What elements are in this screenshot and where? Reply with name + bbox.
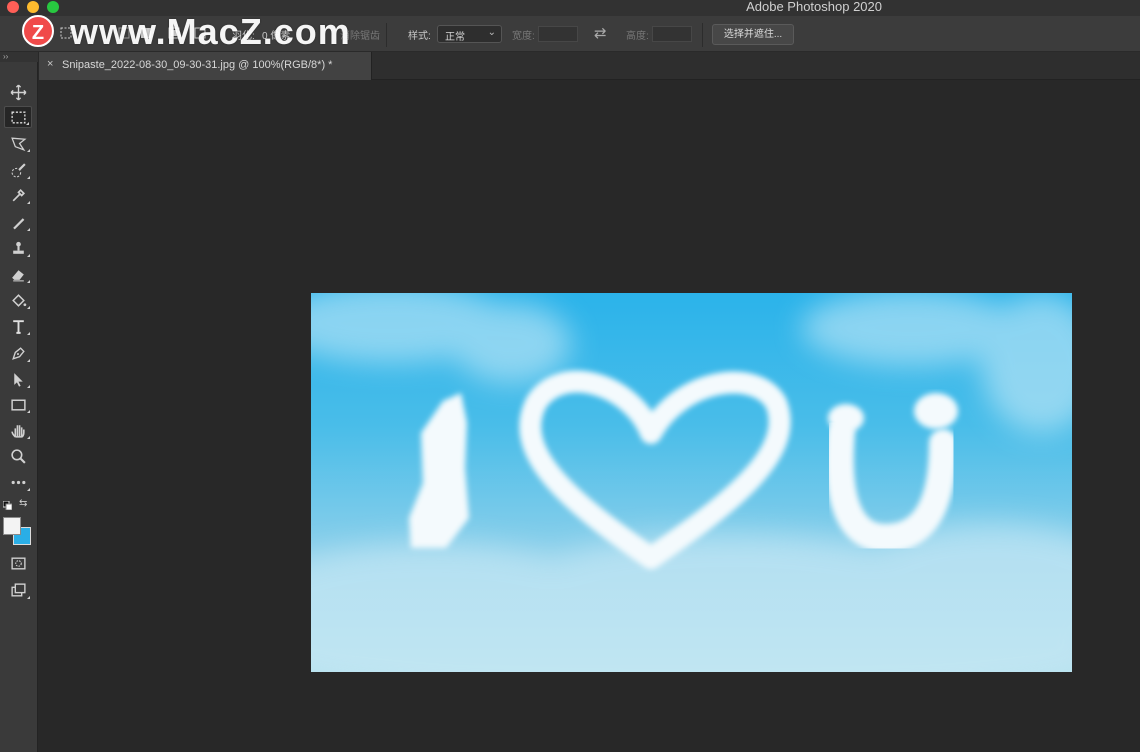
submenu-indicator xyxy=(27,280,30,283)
canvas-area[interactable] xyxy=(39,81,1140,752)
rectangle-icon xyxy=(10,399,26,411)
ellipsis-icon xyxy=(11,480,25,484)
lasso-tool[interactable] xyxy=(4,132,32,154)
submenu-indicator xyxy=(26,122,29,125)
rectangle-tool[interactable] xyxy=(4,393,32,415)
submenu-indicator xyxy=(27,332,30,335)
submenu-indicator xyxy=(27,488,30,491)
watermark-text: www.MacZ.com xyxy=(70,11,351,52)
submenu-indicator xyxy=(27,149,30,152)
quick-selection-tool[interactable] xyxy=(4,159,32,181)
screen-mode[interactable] xyxy=(4,579,32,601)
zoom-tool[interactable] xyxy=(4,445,32,467)
move-tool[interactable] xyxy=(4,81,32,103)
app-title: Adobe Photoshop 2020 xyxy=(746,0,882,14)
lasso-icon xyxy=(10,136,27,151)
hand-icon xyxy=(10,424,25,438)
submenu-indicator xyxy=(27,176,30,179)
foreground-color-swatch[interactable] xyxy=(3,517,21,535)
quick-mask-mode[interactable] xyxy=(4,552,32,574)
style-select-value: 正常 xyxy=(445,32,465,43)
hand-tool[interactable] xyxy=(4,419,32,441)
document-tab-label: Snipaste_2022-08-30_09-30-31.jpg @ 100%(… xyxy=(62,59,333,71)
submenu-indicator xyxy=(27,254,30,257)
pen-icon xyxy=(11,346,25,360)
submenu-indicator xyxy=(27,596,30,599)
document-tab-bar: × Snipaste_2022-08-30_09-30-31.jpg @ 100… xyxy=(39,52,1140,80)
move-icon xyxy=(10,84,26,100)
submenu-indicator xyxy=(27,436,30,439)
eraser-tool[interactable] xyxy=(4,263,32,285)
cloud-sky-image xyxy=(311,293,1072,672)
submenu-indicator xyxy=(27,385,30,388)
divider xyxy=(386,23,387,47)
window-close-button[interactable] xyxy=(7,1,19,13)
rectangular-marquee-tool[interactable] xyxy=(4,106,32,128)
document-tab[interactable]: × Snipaste_2022-08-30_09-30-31.jpg @ 100… xyxy=(39,52,372,80)
more-tools[interactable] xyxy=(4,471,32,493)
submenu-indicator xyxy=(27,228,30,231)
brush-tool[interactable] xyxy=(4,211,32,233)
screen-mode-icon xyxy=(10,582,26,597)
type-icon xyxy=(12,319,24,334)
default-colors-icon[interactable] xyxy=(3,501,12,510)
stamp-icon xyxy=(12,241,24,254)
submenu-indicator xyxy=(27,410,30,413)
quick-selection-icon xyxy=(11,162,26,177)
marquee-icon xyxy=(10,111,26,123)
swap-dimensions-icon[interactable]: ⇄ xyxy=(594,24,607,42)
watermark-logo-icon: Z xyxy=(22,15,54,47)
divider xyxy=(702,23,703,47)
height-label: 高度: xyxy=(626,31,649,42)
swap-colors-icon[interactable]: ⇆ xyxy=(19,498,27,509)
tools-collapse-toggle[interactable]: ›› xyxy=(0,52,38,62)
eyedropper-tool[interactable] xyxy=(4,184,32,206)
clone-stamp-tool[interactable] xyxy=(4,237,32,259)
quick-mask-icon xyxy=(10,556,26,570)
width-label: 宽度: xyxy=(512,31,535,42)
window-minimize-button[interactable] xyxy=(27,1,39,13)
arrow-icon xyxy=(13,372,23,387)
bucket-icon xyxy=(11,293,26,307)
photoshop-window: Adobe Photoshop 2020 羽化: 0 像素 消除锯齿 样式: 正… xyxy=(0,0,1140,752)
eraser-icon xyxy=(11,269,24,281)
close-icon[interactable]: × xyxy=(47,58,53,70)
type-tool[interactable] xyxy=(4,315,32,337)
chevron-down-icon: ⌄ xyxy=(487,27,496,38)
document-canvas[interactable] xyxy=(311,293,1072,672)
select-and-mask-button[interactable]: 选择并遮住... xyxy=(712,24,794,45)
path-selection-tool[interactable] xyxy=(4,368,32,390)
zoom-icon xyxy=(10,448,26,464)
paint-bucket-tool[interactable] xyxy=(4,289,32,311)
submenu-indicator xyxy=(27,359,30,362)
style-label: 样式: xyxy=(408,31,431,42)
submenu-indicator xyxy=(27,201,30,204)
width-input[interactable] xyxy=(538,26,578,42)
brush-icon xyxy=(12,217,24,229)
style-select[interactable]: 正常 ⌄ xyxy=(437,25,502,43)
height-input[interactable] xyxy=(652,26,692,42)
submenu-indicator xyxy=(27,306,30,309)
tools-panel: ⇆ xyxy=(0,62,38,752)
pen-tool[interactable] xyxy=(4,342,32,364)
eyedropper-icon xyxy=(12,188,25,201)
window-maximize-button[interactable] xyxy=(47,1,59,13)
